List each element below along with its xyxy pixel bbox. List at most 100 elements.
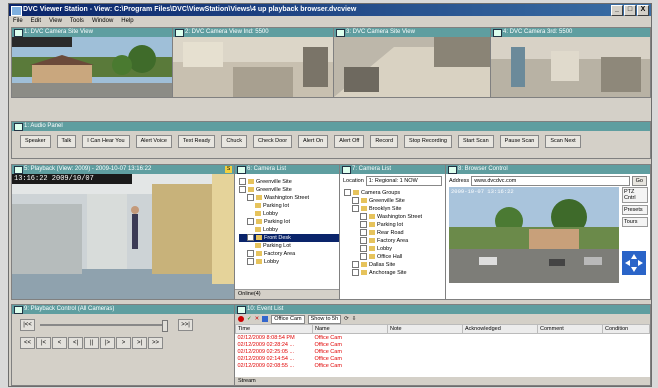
presets-link[interactable]: Presets: [622, 205, 648, 215]
stop-recording-button[interactable]: Stop Recording: [404, 135, 452, 148]
camera-image-3[interactable]: [334, 37, 490, 97]
menu-tools[interactable]: Tools: [70, 16, 84, 26]
tree-item[interactable]: Lobby: [239, 210, 339, 218]
chuck-button[interactable]: Chuck: [221, 135, 247, 148]
timeline-track[interactable]: [40, 324, 168, 326]
ptz-direction-pad[interactable]: [622, 251, 646, 275]
tree-item[interactable]: Lobby: [239, 226, 339, 234]
camera-icon: [336, 29, 345, 37]
play-button[interactable]: |>: [100, 337, 115, 349]
tree-item[interactable]: Greenville Site: [239, 178, 339, 186]
reverse-play-button[interactable]: <|: [68, 337, 83, 349]
menu-window[interactable]: Window: [92, 16, 113, 26]
table-row[interactable]: 02/12/2009 02:25:05 ... Office Cam: [236, 348, 650, 355]
column-header[interactable]: Note: [387, 324, 463, 334]
pause-button[interactable]: ||: [84, 337, 99, 349]
scan-next-button[interactable]: Scan Next: [545, 135, 581, 148]
playback-image[interactable]: 13:16:22 2009/10/07: [12, 174, 234, 299]
tree-item[interactable]: Washington Street: [344, 213, 445, 221]
camera-image-1[interactable]: [12, 37, 172, 97]
speaker-button[interactable]: Speaker: [20, 135, 51, 148]
tree-item[interactable]: Factory Area: [344, 237, 445, 245]
end-button[interactable]: >>|: [178, 319, 193, 331]
column-header[interactable]: Condition: [602, 324, 650, 334]
pause-scan-button[interactable]: Pause Scan: [499, 135, 540, 148]
talk-button[interactable]: Talk: [56, 135, 77, 148]
fast-rewind-button[interactable]: <<: [20, 337, 35, 349]
table-row[interactable]: 02/12/2009 02:08:55 ... Office Cam: [236, 362, 650, 369]
tours-link[interactable]: Tours: [622, 217, 648, 227]
tree-item[interactable]: Parking lot: [239, 218, 339, 226]
tree-item[interactable]: Parking Lot: [239, 242, 339, 250]
maximize-button[interactable]: □: [624, 5, 636, 16]
tree-item[interactable]: Camera Groups: [344, 189, 445, 197]
time-filter-select[interactable]: Show to 5h: [307, 314, 342, 324]
menu-view[interactable]: View: [49, 16, 62, 26]
stop-icon[interactable]: [238, 316, 244, 322]
tree-item[interactable]: Greenville Site: [239, 186, 339, 194]
menu-help[interactable]: Help: [121, 16, 133, 26]
tree-item[interactable]: Greenville Site: [344, 197, 445, 205]
check-door-button[interactable]: Check Door: [253, 135, 293, 148]
tree-item[interactable]: Brooklyn Site: [344, 205, 445, 213]
refresh-icon[interactable]: ⟳: [344, 316, 349, 322]
alert-voice-button[interactable]: Alert Voice: [135, 135, 172, 148]
previous-frame-button[interactable]: |<: [36, 337, 51, 349]
camera-pane-3[interactable]: 3: DVC Camera Site View: [333, 27, 491, 98]
i-can-hear-you-button[interactable]: I Can Hear You: [82, 135, 130, 148]
start-button[interactable]: |<<: [20, 319, 35, 331]
camera-pane-2[interactable]: 2: DVC Camera View Ind: 5500: [172, 27, 334, 98]
next-frame-button[interactable]: >|: [132, 337, 147, 349]
tree-item[interactable]: Lobby: [239, 258, 339, 266]
table-row[interactable]: 02/12/2009 02:14:54 ... Office Cam: [236, 355, 650, 362]
column-header[interactable]: Acknowledged: [462, 324, 538, 334]
tree-item[interactable]: Dallas Site: [344, 261, 445, 269]
menu-edit[interactable]: Edit: [31, 16, 41, 26]
direction-arrows-icon: [625, 254, 643, 272]
column-header[interactable]: Name: [312, 324, 388, 334]
camera-pane-1[interactable]: 1: DVC Camera Site View: [11, 27, 173, 98]
camera-scene-2: [173, 37, 333, 97]
tree-item[interactable]: Rear Road: [344, 229, 445, 237]
tree-item[interactable]: Anchorage Site: [344, 269, 445, 277]
close-button[interactable]: X: [637, 5, 649, 16]
check-icon[interactable]: ✓: [247, 316, 252, 322]
start-scan-button[interactable]: Start Scan: [457, 135, 494, 148]
fast-forward-button[interactable]: >>: [148, 337, 163, 349]
location-select[interactable]: 1: Regional: 1 NOW: [365, 176, 442, 186]
alert-on-button[interactable]: Alert On: [298, 135, 329, 148]
text-ready-button[interactable]: Text Ready: [177, 135, 216, 148]
camera-image-2[interactable]: [173, 37, 333, 97]
record-button[interactable]: Record: [370, 135, 399, 148]
go-button[interactable]: Go: [631, 176, 647, 186]
tree-item[interactable]: Parking lot: [344, 221, 445, 229]
playback-control-title: 9: Playback Control (All Cameras): [24, 306, 115, 312]
camera-image-4[interactable]: [491, 37, 650, 97]
minimize-button[interactable]: _: [611, 5, 623, 16]
folder-icon: [248, 187, 254, 193]
camera-pane-4[interactable]: 4: DVC Camera 3rd: 5500: [490, 27, 651, 98]
address-input[interactable]: www.dvcdvc.com: [471, 176, 630, 186]
alert-off-button[interactable]: Alert Off: [334, 135, 365, 148]
filter-icon[interactable]: [262, 316, 269, 322]
table-row[interactable]: 02/12/2009 8:08:54 PM Office Cam: [236, 334, 650, 342]
export-icon[interactable]: ⇩: [352, 316, 357, 322]
browser-camera-image[interactable]: 2009-10-07 13:16:22: [449, 187, 619, 283]
menu-file[interactable]: File: [13, 16, 23, 26]
camera-filter-select[interactable]: Office Cam: [271, 314, 305, 324]
tree-item[interactable]: Washington Street: [239, 194, 339, 202]
table-row[interactable]: 02/12/2009 02:28:24 ... Office Cam: [236, 341, 650, 348]
column-header[interactable]: Time: [235, 324, 313, 334]
tree-item-selected[interactable]: Front Desk: [239, 234, 339, 242]
tree-item[interactable]: Office Hall: [344, 253, 445, 261]
tree-item[interactable]: Lobby: [344, 245, 445, 253]
timeline-slider-thumb[interactable]: [162, 320, 168, 332]
tree-item[interactable]: Parking lot: [239, 202, 339, 210]
delete-icon[interactable]: ✕: [255, 316, 260, 322]
column-header[interactable]: Comment: [537, 324, 603, 334]
forward-button[interactable]: >: [116, 337, 131, 349]
playback-view-pane[interactable]: 5: Playback (View: 2009) - 2009-10-07 13…: [11, 164, 235, 300]
tree-item[interactable]: Factory Area: [239, 250, 339, 258]
rewind-button[interactable]: <: [52, 337, 67, 349]
ptz-control-link[interactable]: PTZ Cntrl: [622, 187, 648, 203]
